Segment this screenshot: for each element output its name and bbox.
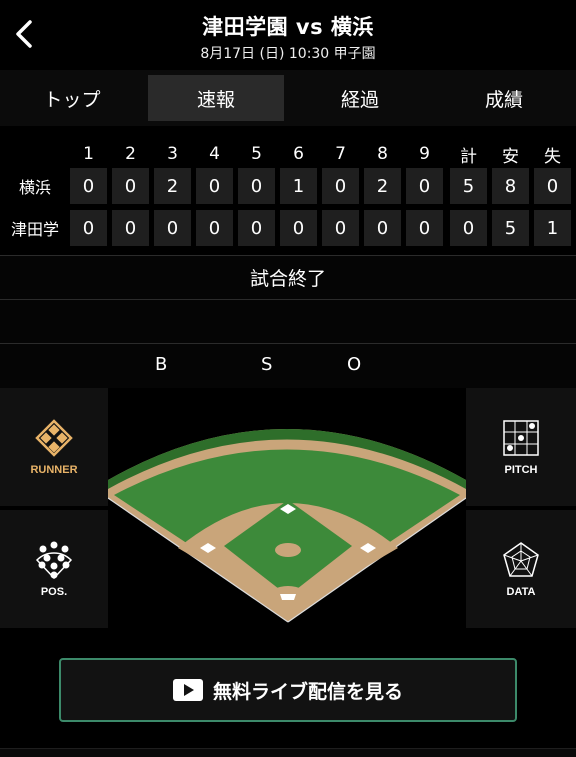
team-name: 津田学 xyxy=(10,220,59,239)
page-title: 津田学園 vs 横浜 xyxy=(202,15,374,39)
inning-header: 9 xyxy=(419,144,430,164)
score-cell: 0 xyxy=(280,210,317,246)
tab-label: 経過 xyxy=(340,88,379,111)
inning-header: 3 xyxy=(167,144,178,164)
runner-diamond-icon xyxy=(35,419,73,457)
ball-count-label: B xyxy=(155,354,168,375)
score-cell: 0 xyxy=(70,168,107,204)
inning-header: 計 xyxy=(460,146,477,167)
bottom-divider xyxy=(0,748,576,757)
live-button-label: 無料ライブ配信を見る xyxy=(212,680,403,703)
position-button[interactable]: POS. xyxy=(0,510,108,628)
inning-header: 5 xyxy=(251,144,262,164)
score-cell: 0 xyxy=(112,168,149,204)
score-cell: 1 xyxy=(534,210,571,246)
strike-count-label: S xyxy=(261,354,273,375)
inning-header: 1 xyxy=(83,144,94,164)
pitch-button[interactable]: PITCH xyxy=(466,388,576,506)
game-status: 試合終了 xyxy=(249,268,326,290)
field-diagram xyxy=(107,429,467,623)
pitch-label: PITCH xyxy=(504,464,538,476)
inning-header: 4 xyxy=(209,144,220,164)
score-cell: 0 xyxy=(154,210,191,246)
info-bar xyxy=(0,299,576,343)
pos-label: POS. xyxy=(40,586,68,598)
score-cell: 0 xyxy=(70,210,107,246)
runner-button[interactable]: RUNNER xyxy=(0,388,108,506)
tab-bar: トップ 速報 経過 成績 xyxy=(0,70,576,126)
tab-label: トップ xyxy=(43,88,101,111)
score-cell: 0 xyxy=(406,168,443,204)
data-button[interactable]: DATA xyxy=(466,510,576,628)
tab-top[interactable]: トップ xyxy=(0,70,144,126)
score-cell: 0 xyxy=(196,168,233,204)
score-cell: 8 xyxy=(492,168,529,204)
score-cell: 0 xyxy=(364,210,401,246)
play-icon xyxy=(172,679,203,701)
pitch-grid-icon xyxy=(503,420,539,456)
score-cell: 0 xyxy=(406,210,443,246)
tab-label: 成績 xyxy=(484,88,523,111)
inning-header: 2 xyxy=(125,144,136,164)
data-label: DATA xyxy=(506,586,536,598)
score-cell: 0 xyxy=(238,210,275,246)
score-cell: 0 xyxy=(196,210,233,246)
score-cell: 0 xyxy=(112,210,149,246)
tab-stats[interactable]: 成績 xyxy=(432,70,576,126)
out-count-label: O xyxy=(347,354,362,375)
team-name: 横浜 xyxy=(18,178,51,197)
inning-header: 8 xyxy=(377,144,388,164)
baseball-field xyxy=(107,388,467,628)
inning-header: 6 xyxy=(293,144,304,164)
score-cell: 0 xyxy=(322,168,359,204)
runner-label: RUNNER xyxy=(30,464,78,476)
score-cell: 1 xyxy=(280,168,317,204)
scoreboard-row: 津田学 000000000051 xyxy=(0,210,576,246)
score-cell: 0 xyxy=(238,168,275,204)
score-cell: 0 xyxy=(322,210,359,246)
scoreboard-header: 1 2 3 4 5 6 7 8 9 計 安 失 xyxy=(0,136,576,172)
score-cell: 5 xyxy=(492,210,529,246)
tab-progress[interactable]: 経過 xyxy=(288,70,432,126)
inning-header: 7 xyxy=(335,144,346,164)
score-cell: 5 xyxy=(450,168,487,204)
inning-header: 失 xyxy=(544,146,561,167)
header: 津田学園 vs 横浜 8月17日 (日) 10:30 甲子園 xyxy=(0,0,576,70)
radar-chart-icon xyxy=(503,542,539,577)
positions-icon xyxy=(35,541,73,580)
scoreboard-row: 横浜 002001020580 xyxy=(0,168,576,204)
inning-header: 安 xyxy=(502,146,519,167)
score-cell: 0 xyxy=(450,210,487,246)
tab-live-score[interactable]: 速報 xyxy=(144,70,288,126)
score-cell: 2 xyxy=(364,168,401,204)
count-bar xyxy=(0,343,576,388)
score-cell: 0 xyxy=(534,168,571,204)
score-cell: 2 xyxy=(154,168,191,204)
tab-label: 速報 xyxy=(196,88,235,111)
free-live-stream-button[interactable]: 無料ライブ配信を見る xyxy=(59,658,517,722)
game-datetime: 8月17日 (日) 10:30 甲子園 xyxy=(200,46,376,62)
